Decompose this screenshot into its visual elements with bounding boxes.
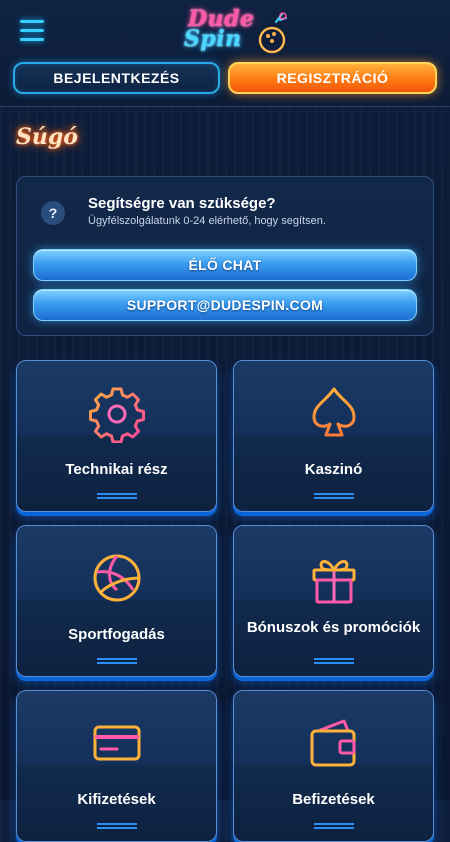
tile-label: Sportfogadás (68, 626, 165, 643)
help-subtitle: Ügyfélszolgálatunk 0-24 elérhető, hogy s… (88, 215, 326, 227)
register-button[interactable]: REGISZTRÁCIÓ (228, 62, 437, 94)
bowling-ball-icon (258, 12, 287, 54)
tile-indicator (97, 823, 137, 829)
tile-label: Technikai rész (65, 461, 168, 478)
tile-indicator (97, 493, 137, 499)
tile-label: Kaszinó (304, 461, 363, 478)
tile-label: Bónuszok és promóciók (246, 619, 421, 636)
support-email-button[interactable]: SUPPORT@DUDESPIN.COM (33, 289, 417, 321)
login-button[interactable]: BEJELENTKEZÉS (13, 62, 220, 94)
live-chat-button[interactable]: ÉLŐ CHAT (33, 249, 417, 281)
tile-indicator (314, 493, 354, 499)
category-tile-withdrawals[interactable]: Kifizetések (16, 690, 217, 842)
hamburger-menu-icon[interactable] (20, 20, 44, 42)
credit-card-icon (93, 725, 141, 761)
help-title: Segítségre van szüksége? (88, 195, 276, 212)
help-card: ? Segítségre van szüksége? Ügyfélszolgál… (16, 176, 434, 336)
wallet-icon (310, 719, 356, 767)
spade-icon (312, 387, 356, 437)
tile-indicator (97, 658, 137, 664)
gear-icon (89, 387, 145, 443)
gift-icon (312, 560, 356, 604)
logo-text-spin: Spin (184, 26, 242, 52)
category-tile-sports-betting[interactable]: Sportfogadás (16, 525, 217, 677)
top-header: Dude Spin BEJELENTKEZÉS REGISZTRÁCIÓ (0, 0, 450, 107)
category-tile-technical[interactable]: Technikai rész (16, 360, 217, 512)
tile-indicator (314, 658, 354, 664)
dudespin-logo[interactable]: Dude Spin (180, 4, 290, 56)
page-title: Súgó (16, 124, 78, 150)
category-tile-deposits[interactable]: Befizetések (233, 690, 434, 842)
volleyball-icon (93, 554, 141, 602)
category-tile-casino[interactable]: Kaszinó (233, 360, 434, 512)
tile-indicator (314, 823, 354, 829)
category-tile-bonuses[interactable]: Bónuszok és promóciók (233, 525, 434, 677)
question-icon: ? (41, 201, 65, 225)
